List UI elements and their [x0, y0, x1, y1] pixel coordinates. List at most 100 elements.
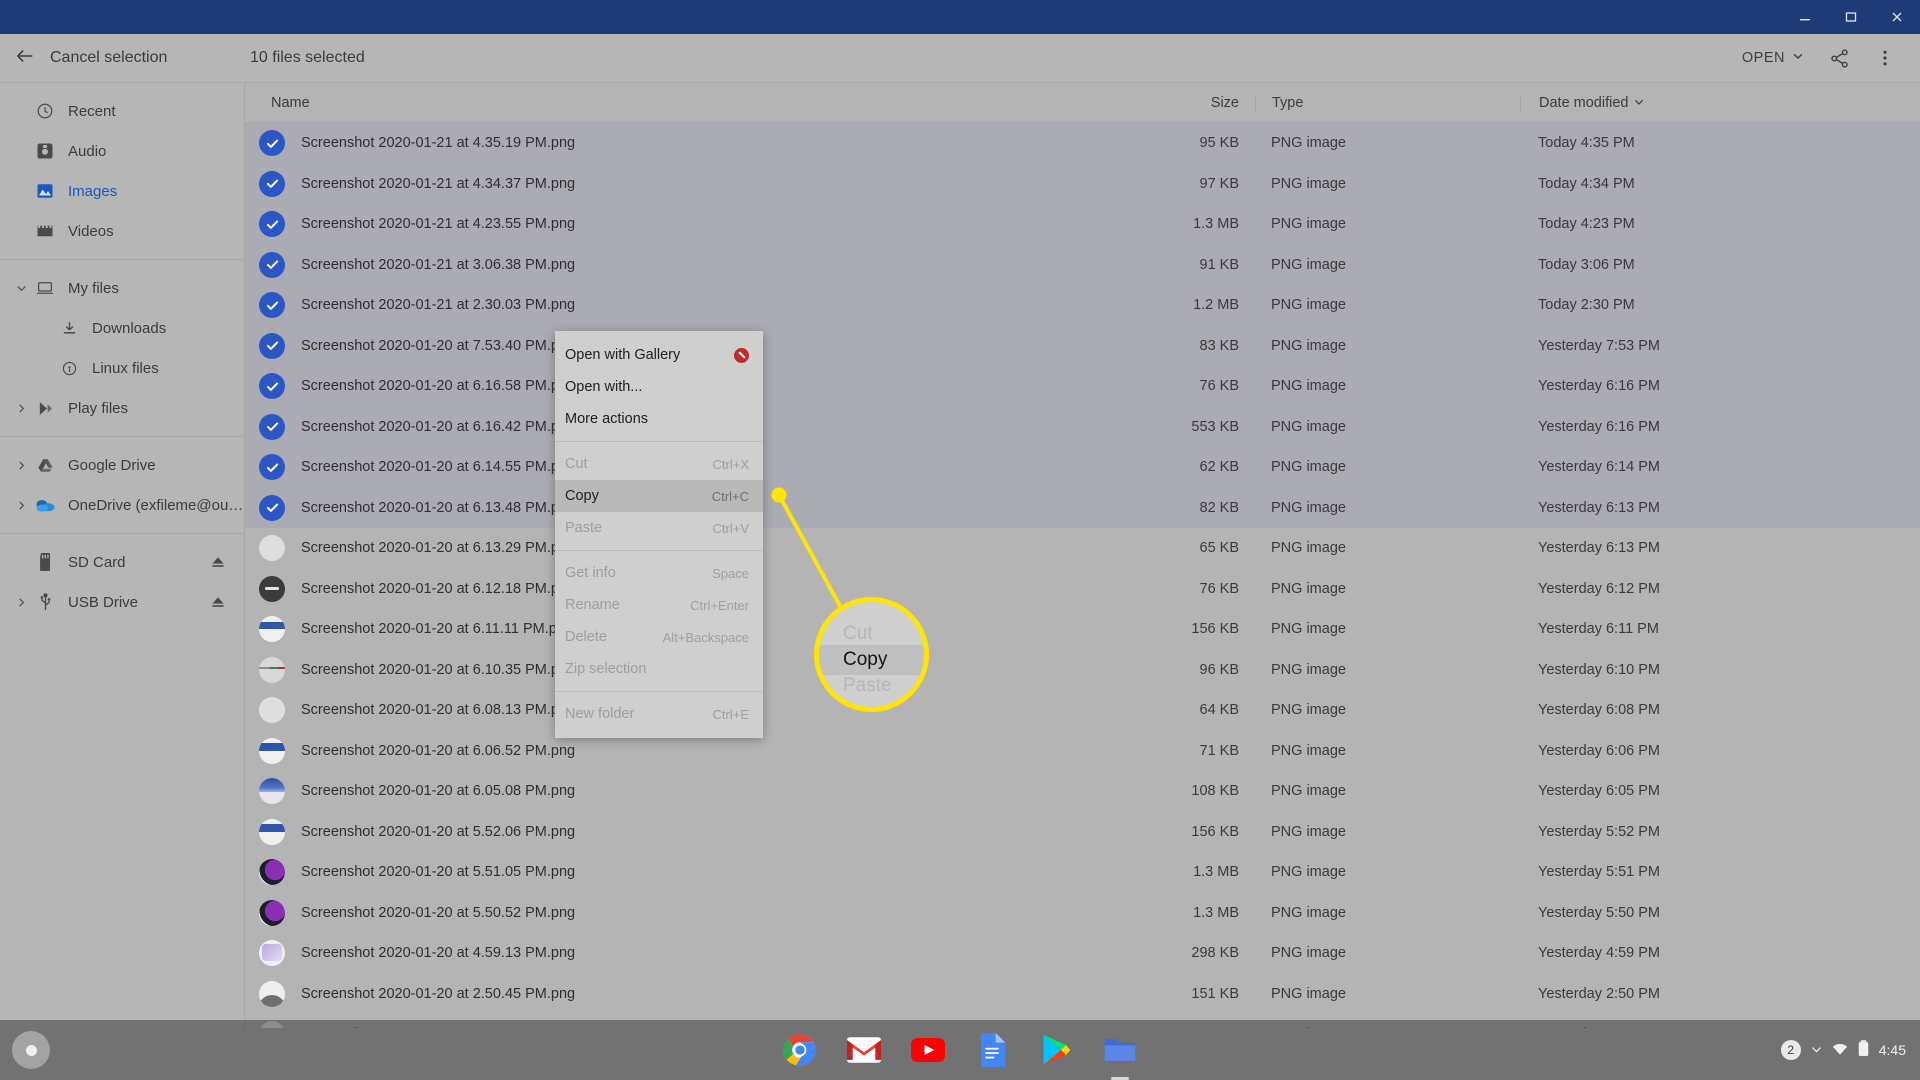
- menu-item-more-actions[interactable]: More actions: [555, 403, 763, 435]
- launcher-icon[interactable]: [12, 1031, 50, 1069]
- row-checkbox-checked[interactable]: [259, 373, 285, 400]
- file-thumbnail[interactable]: [259, 899, 285, 926]
- sidebar-item-videos[interactable]: Videos: [0, 211, 244, 251]
- file-name-label: Screenshot 2020-01-20 at 6.13.29 PM.png: [301, 540, 576, 557]
- table-row[interactable]: Screenshot 2020-01-21 at 4.23.55 PM.png 1…: [245, 204, 1920, 245]
- table-row[interactable]: Screenshot 2020-01-20 at 2.50.45 PM.png 1…: [245, 974, 1920, 1015]
- cell-type: PNG image: [1271, 661, 1346, 678]
- youtube-icon[interactable]: [909, 1031, 947, 1069]
- sidebar-item-recent[interactable]: Recent: [0, 91, 244, 131]
- eject-icon[interactable]: [210, 594, 226, 610]
- table-row[interactable]: Screenshot 2020-01-20 at 6.11.11 PM.png 1…: [245, 609, 1920, 650]
- cell-type: PNG image: [1271, 459, 1346, 476]
- file-thumbnail[interactable]: [259, 697, 285, 724]
- file-rows-container[interactable]: Screenshot 2020-01-21 at 4.35.19 PM.png 9…: [245, 123, 1920, 1028]
- more-vertical-icon[interactable]: [1864, 37, 1906, 79]
- sidebar-item-usb-drive[interactable]: USB Drive: [0, 582, 244, 622]
- chevron-right-icon[interactable]: [10, 499, 32, 512]
- eject-icon[interactable]: [210, 554, 226, 570]
- table-row[interactable]: Screenshot 2020-01-21 at 3.06.38 PM.png 9…: [245, 244, 1920, 285]
- file-thumbnail[interactable]: [259, 778, 285, 805]
- row-checkbox-checked[interactable]: [259, 130, 285, 157]
- sidebar-item-google-drive[interactable]: Google Drive: [0, 445, 244, 485]
- share-icon[interactable]: [1818, 37, 1860, 79]
- window-title-bar: [0, 0, 1920, 34]
- table-row[interactable]: Screenshot 2020-01-20 at 6.13.48 PM.png 8…: [245, 487, 1920, 528]
- row-checkbox-checked[interactable]: [259, 494, 285, 521]
- table-row[interactable]: Screenshot 2020-01-20 at 6.14.55 PM.png 6…: [245, 447, 1920, 488]
- gmail-icon[interactable]: [845, 1031, 883, 1069]
- table-row[interactable]: Screenshot 2020-01-21 at 4.34.37 PM.png 9…: [245, 163, 1920, 204]
- table-row[interactable]: Screenshot 2020-01-20 at 5.51.05 PM.png 1…: [245, 852, 1920, 893]
- chrome-icon[interactable]: [781, 1031, 819, 1069]
- table-row[interactable]: Screenshot 2020-01-20 at 5.50.52 PM.png 1…: [245, 893, 1920, 934]
- play-store-icon[interactable]: [1037, 1031, 1075, 1069]
- row-checkbox-checked[interactable]: [259, 251, 285, 278]
- cell-date: Yesterday 6:16 PM: [1538, 378, 1660, 395]
- file-thumbnail[interactable]: [259, 818, 285, 845]
- table-row[interactable]: Screenshot 2020-01-20 at 6.10.35 PM.png 9…: [245, 650, 1920, 691]
- context-menu[interactable]: Open with Gallery Open with... More action…: [555, 331, 763, 738]
- chevron-right-icon[interactable]: [10, 596, 32, 609]
- close-icon[interactable]: [1874, 0, 1920, 34]
- maximize-icon[interactable]: [1828, 0, 1874, 34]
- row-checkbox-checked[interactable]: [259, 211, 285, 238]
- cell-size: 156 KB: [1191, 621, 1239, 638]
- table-row[interactable]: Screenshot 2020-01-20 at 6.08.13 PM.png 6…: [245, 690, 1920, 731]
- file-thumbnail[interactable]: [259, 575, 285, 602]
- sidebar-item-linux-files[interactable]: Linux files: [0, 348, 244, 388]
- cell-date: Yesterday 5:51 PM: [1538, 864, 1660, 881]
- row-checkbox-checked[interactable]: [259, 332, 285, 359]
- row-checkbox-checked[interactable]: [259, 170, 285, 197]
- cancel-selection-button[interactable]: Cancel selection: [0, 34, 230, 82]
- table-row[interactable]: Screenshot 2020-01-20 at 6.16.58 PM.png 7…: [245, 366, 1920, 407]
- column-header-name[interactable]: Name: [245, 95, 1040, 111]
- files-icon[interactable]: [1101, 1031, 1139, 1069]
- file-name-label: Screenshot 2020-01-21 at 4.23.55 PM.png: [301, 216, 576, 233]
- docs-icon[interactable]: [973, 1031, 1011, 1069]
- chevron-down-icon[interactable]: [10, 282, 32, 295]
- column-header-date[interactable]: Date modified: [1520, 94, 1920, 111]
- file-thumbnail[interactable]: [259, 535, 285, 562]
- cancel-selection-label: Cancel selection: [50, 49, 168, 66]
- table-row[interactable]: Screenshot 2020-01-21 at 2.30.03 PM.png 1…: [245, 285, 1920, 326]
- file-thumbnail[interactable]: [259, 656, 285, 683]
- menu-item-copy[interactable]: Copy Ctrl+C: [555, 480, 763, 512]
- row-checkbox-checked[interactable]: [259, 454, 285, 481]
- sidebar-item-downloads[interactable]: Downloads: [0, 308, 244, 348]
- cell-size: 65 KB: [1199, 540, 1240, 557]
- table-row[interactable]: Screenshot 2020-01-21 at 4.35.19 PM.png 9…: [245, 123, 1920, 164]
- sidebar-item-my-files[interactable]: My files: [0, 268, 244, 308]
- table-row[interactable]: Screenshot 2020-01-20 at 4.59.13 PM.png 2…: [245, 933, 1920, 974]
- sidebar-item-sd-card[interactable]: SD Card: [0, 542, 244, 582]
- table-row[interactable]: Screenshot 2020-01-20 at 6.12.18 PM.png 7…: [245, 569, 1920, 610]
- sidebar-item-label: USB Drive: [68, 593, 139, 611]
- table-row[interactable]: Screenshot 2020-01-20 at 6.05.08 PM.png 1…: [245, 771, 1920, 812]
- file-thumbnail[interactable]: [259, 940, 285, 967]
- file-thumbnail[interactable]: [259, 859, 285, 886]
- shelf-status-tray[interactable]: 2 4:45: [1780, 1040, 1906, 1060]
- row-checkbox-checked[interactable]: [259, 413, 285, 440]
- column-header-type[interactable]: Type: [1255, 94, 1520, 111]
- file-thumbnail[interactable]: [259, 980, 285, 1007]
- table-row[interactable]: Screenshot 2020-01-20 at 6.06.52 PM.png 7…: [245, 731, 1920, 772]
- menu-item-open-with-gallery[interactable]: Open with Gallery: [555, 339, 763, 371]
- chevron-right-icon[interactable]: [10, 459, 32, 472]
- table-row[interactable]: Screenshot 2020-01-20 at 5.52.06 PM.png 1…: [245, 812, 1920, 853]
- sidebar-item-images[interactable]: Images: [0, 171, 244, 211]
- file-thumbnail[interactable]: [259, 616, 285, 643]
- minimize-icon[interactable]: [1782, 0, 1828, 34]
- cell-size: 76 KB: [1199, 378, 1240, 395]
- open-button[interactable]: OPEN: [1732, 43, 1814, 73]
- file-thumbnail[interactable]: [259, 737, 285, 764]
- chevron-right-icon[interactable]: [10, 402, 32, 415]
- table-row[interactable]: Screenshot 2020-01-20 at 6.13.29 PM.png 6…: [245, 528, 1920, 569]
- menu-item-open-with[interactable]: Open with...: [555, 371, 763, 403]
- sidebar-item-play-files[interactable]: Play files: [0, 388, 244, 428]
- table-row[interactable]: Screenshot 2020-01-20 at 6.16.42 PM.png 5…: [245, 406, 1920, 447]
- row-checkbox-checked[interactable]: [259, 292, 285, 319]
- sidebar-item-onedrive-exfileme-outlook[interactable]: OneDrive (exfileme@outlook...: [0, 485, 244, 525]
- column-header-size[interactable]: Size: [1040, 95, 1255, 111]
- sidebar-item-audio[interactable]: Audio: [0, 131, 244, 171]
- table-row[interactable]: Screenshot 2020-01-20 at 7.53.40 PM.png 8…: [245, 325, 1920, 366]
